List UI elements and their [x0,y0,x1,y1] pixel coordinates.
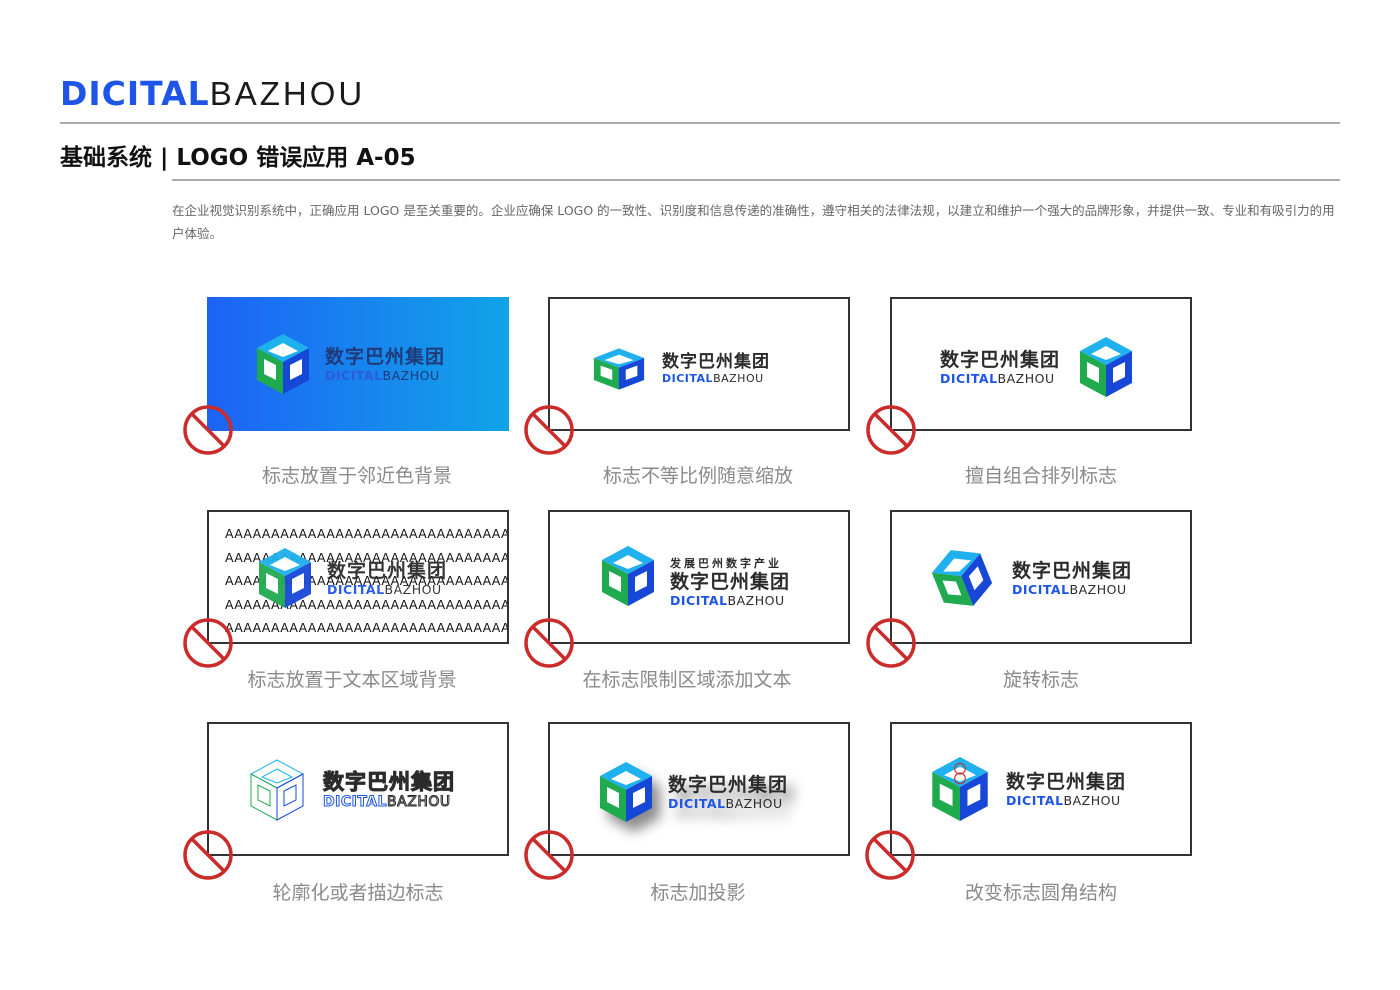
company-logo: 数字巴州集团 DICITALBAZHOU [928,754,1126,824]
logo-en-part1: DICITAL [668,795,726,811]
logo-chinese-name: 数字巴州集团 [327,559,448,582]
example-caption: 标志放置于文本区域背景 [247,669,457,691]
example-caption: 轮廓化或者描边标志 [272,882,444,904]
logo-en-part1: DICITAL [322,794,388,811]
logo-en-part2: BAZHOU [387,794,451,811]
company-logo: 数字巴州集团 DICITALBAZHOU [247,758,455,822]
example-card-adjacent-color: 数字巴州集团 DICITALBAZHOU [207,297,509,431]
prohibited-icon [865,617,917,669]
title-divider [172,179,1340,181]
logo-en-part2: BAZHOU [725,795,783,811]
cube-logo-icon [922,537,1002,619]
header-divider [60,122,1340,124]
filler-text-line: AAAAAAAAAAAAAAAAAAAAAAAAAAAAAAAAA [225,620,509,635]
logo-chinese-name: 数字巴州集团 [670,571,791,593]
cube-logo-icon [255,546,315,610]
logo-en-part1: DICITAL [325,367,383,383]
brand-part1: DICITAL [60,74,210,113]
company-logo: 数字巴州集团 DICITALBAZHOU [940,335,1136,399]
cube-logo-icon [253,332,313,396]
logo-en-part2: BAZHOU [384,581,442,597]
cube-logo-icon [596,760,656,824]
logo-chinese-name: 数字巴州集团 [1006,770,1127,793]
company-logo: 数字巴州集团 DICITALBAZHOU [590,347,770,391]
prohibited-icon [864,829,916,881]
example-card-shadow: 数字巴州集团 DICITALBAZHOU [548,722,850,856]
filler-text-line: AAAAAAAAAAAAAAAAAAAAAAAAAAAAAAAAA [225,526,509,541]
logo-chinese-name: 数字巴州集团 [668,773,789,796]
example-caption: 标志不等比例随意缩放 [602,465,793,487]
logo-chinese-name: 数字巴州集团 [940,348,1061,371]
logo-en-part2: BAZHOU [1069,581,1127,597]
prohibited-icon [523,617,575,669]
logo-chinese-name: 数字巴州集团 [325,345,446,368]
logo-en-part2: BAZHOU [713,372,764,385]
example-card-text-background: AAAAAAAAAAAAAAAAAAAAAAAAAAAAAAAAA AAAAAA… [207,510,509,644]
cube-logo-icon [590,347,648,391]
prohibited-icon [182,404,234,456]
company-logo: 数字巴州集团 DICITALBAZHOU [932,546,1132,610]
example-card-rotated: 数字巴州集团 DICITALBAZHOU [890,510,1192,644]
example-caption: 改变标志圆角结构 [964,882,1117,904]
brand-part2: BAZHOU [209,75,366,112]
example-caption: 在标志限制区域添加文本 [582,669,792,691]
logo-en-part2: BAZHOU [1063,792,1121,808]
example-caption: 旋转标志 [1002,669,1079,691]
cube-logo-icon [598,544,658,608]
description: 在企业视觉识别系统中，正确应用 LOGO 是至关重要的。企业应确保 LOGO 的… [172,203,1335,241]
prohibited-icon [865,404,917,456]
logo-en-part1: DICITAL [670,593,728,608]
logo-chinese-name: 数字巴州集团 [1012,559,1133,582]
example-caption: 标志加投影 [650,882,746,904]
prohibited-icon [182,829,234,881]
example-card-distorted-scale: 数字巴州集团 DICITALBAZHOU [548,297,850,431]
prohibited-icon [523,404,575,456]
example-card-outlined: 数字巴州集团 DICITALBAZHOU [207,722,509,856]
example-card-corner-change: 数字巴州集团 DICITALBAZHOU [890,722,1192,856]
logo-en-part2: BAZHOU [997,370,1055,386]
logo-en-part1: DICITAL [327,581,385,597]
cube-logo-rounded-icon [928,754,992,824]
company-logo: 发展巴州数字产业 数字巴州集团 DICITALBAZHOU [598,544,790,608]
logo-en-part1: DICITAL [940,370,998,386]
logo-en-part1: DICITAL [1012,581,1070,597]
company-logo: 数字巴州集团 DICITALBAZHOU [255,546,447,610]
example-caption: 擅自组合排列标志 [964,465,1117,487]
company-logo: 数字巴州集团 DICITALBAZHOU [253,332,445,396]
cube-logo-icon [1076,335,1136,399]
logo-en-part2: BAZHOU [382,367,440,383]
cube-logo-outline-icon [247,758,307,822]
logo-chinese-name: 数字巴州集团 [662,352,770,372]
page-title: 基础系统 | LOGO 错误应用 A-05 [60,145,416,171]
prohibited-icon [523,829,575,881]
company-logo: 数字巴州集团 DICITALBAZHOU [596,760,788,824]
logo-en-part2: BAZHOU [727,593,785,608]
logo-tagline: 发展巴州数字产业 [670,557,782,570]
prohibited-icon [182,617,234,669]
logo-chinese-name: 数字巴州集团 [323,770,455,795]
example-card-rearranged: 数字巴州集团 DICITALBAZHOU [890,297,1192,431]
example-caption: 标志放置于邻近色背景 [261,465,452,487]
logo-en-part1: DICITAL [1006,792,1064,808]
brand-logo: DICITALBAZHOU [60,74,365,114]
logo-en-part1: DICITAL [662,372,714,385]
example-card-added-text: 发展巴州数字产业 数字巴州集团 DICITALBAZHOU [548,510,850,644]
